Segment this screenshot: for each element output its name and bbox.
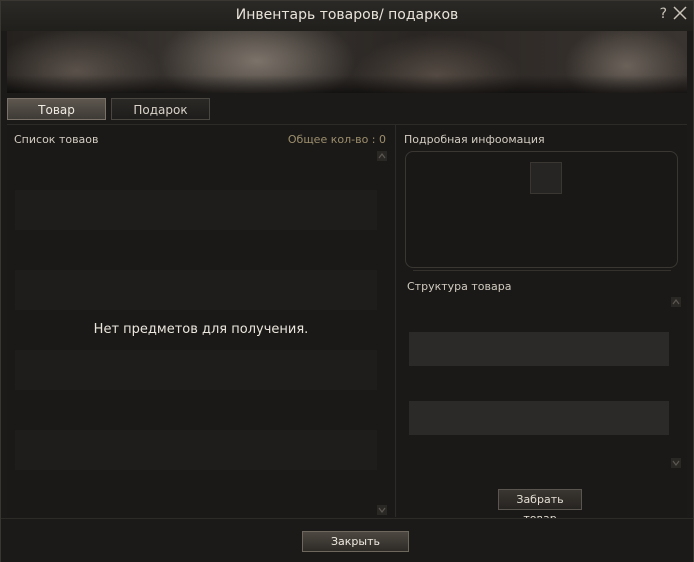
details-panel: Подробная инфоомация Структура товара За… bbox=[397, 125, 687, 525]
empty-list-message: Нет предметов для получения. bbox=[93, 322, 309, 337]
item-info-frame bbox=[405, 151, 678, 268]
goods-list-title: Список товаов bbox=[14, 133, 99, 146]
list-row bbox=[15, 350, 377, 390]
footer-bar: Закрыть bbox=[1, 518, 693, 562]
list-row bbox=[15, 270, 377, 310]
inventory-window: Инвентарь товаров/ подарков ? Товар Пода… bbox=[0, 0, 694, 562]
goods-list-panel: Список товаов Общее кол-во : 0 Нет предм… bbox=[7, 125, 396, 517]
details-title: Подробная инфоомация bbox=[404, 133, 545, 146]
header-banner-image bbox=[7, 31, 687, 93]
details-separator bbox=[413, 270, 671, 271]
title-bar[interactable]: Инвентарь товаров/ подарков ? bbox=[1, 1, 693, 31]
structure-scroll-down-icon[interactable] bbox=[671, 458, 681, 468]
take-goods-button[interactable]: Забрать товар bbox=[498, 489, 582, 525]
close-icon[interactable] bbox=[672, 5, 688, 21]
structure-row bbox=[409, 401, 669, 435]
list-row bbox=[15, 430, 377, 470]
structure-title: Структура товара bbox=[407, 280, 512, 293]
help-button[interactable]: ? bbox=[660, 6, 667, 22]
structure-scroll-up-icon[interactable] bbox=[671, 297, 681, 307]
total-count-label: Общее кол-во : 0 bbox=[287, 133, 386, 146]
banner-shade bbox=[7, 75, 687, 93]
tab-goods[interactable]: Товар bbox=[7, 98, 106, 120]
structure-row bbox=[409, 332, 669, 366]
window-title: Инвентарь товаров/ подарков bbox=[235, 7, 459, 23]
scroll-up-icon[interactable] bbox=[377, 151, 387, 161]
scroll-down-icon[interactable] bbox=[377, 505, 387, 515]
close-button[interactable]: Закрыть bbox=[302, 531, 409, 552]
tab-gift[interactable]: Подарок bbox=[111, 98, 210, 120]
list-row bbox=[15, 190, 377, 230]
item-icon-slot bbox=[530, 162, 562, 194]
